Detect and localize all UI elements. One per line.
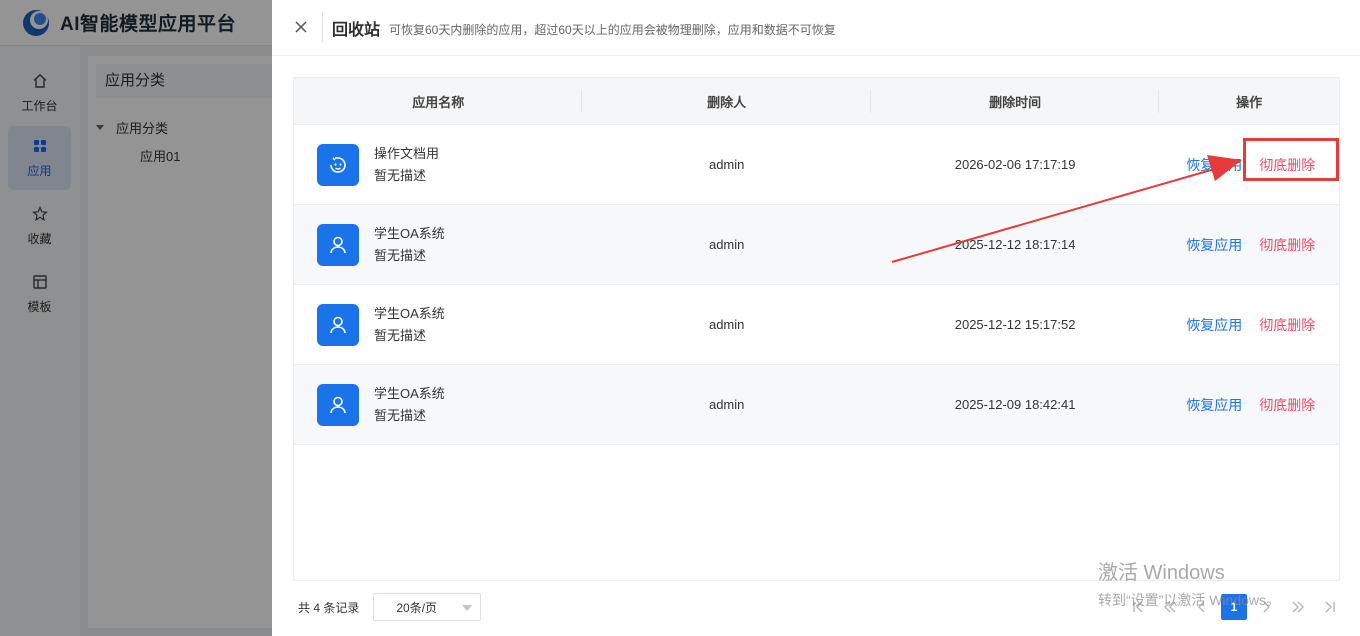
recycle-bin-drawer: 回收站 可恢复60天内删除的应用，超过60天以上的应用会被物理删除，应用和数据不… xyxy=(272,0,1360,636)
time-cell: 2025-12-12 18:17:14 xyxy=(954,237,1076,252)
watermark-line-1: 激活 Windows xyxy=(1098,562,1225,584)
table-row: 操作文档用 暂无描述 admin 2026-02-06 17:17:19 恢复应… xyxy=(294,125,1339,205)
app-cell: 学生OA系统 暂无描述 xyxy=(294,205,582,284)
user-icon xyxy=(317,383,359,426)
actions-cell: 恢复应用 彻底删除 xyxy=(1159,205,1339,284)
next-five-button[interactable] xyxy=(1282,594,1314,620)
drawer-header: 回收站 可恢复60天内删除的应用，超过60天以上的应用会被物理删除，应用和数据不… xyxy=(272,0,1360,56)
table-row: 学生OA系统 暂无描述 admin 2025-12-09 18:42:41 恢复… xyxy=(294,365,1339,445)
permanent-delete-button[interactable]: 彻底删除 xyxy=(1259,235,1315,255)
drawer-title: 回收站 xyxy=(332,22,381,39)
column-header-name: 应用名称 xyxy=(294,78,583,124)
column-header-deleter: 删除人 xyxy=(582,78,871,124)
time-cell: 2026-02-06 17:17:19 xyxy=(954,157,1076,172)
app-name: 操作文档用 xyxy=(374,145,440,161)
app-cell: 学生OA系统 暂无描述 xyxy=(294,285,582,364)
deleter-cell: admin xyxy=(708,317,745,332)
deleter-cell: admin xyxy=(708,237,745,252)
app-name: 学生OA系统 xyxy=(374,385,445,401)
app-description: 暂无描述 xyxy=(374,407,427,423)
table-row: 学生OA系统 暂无描述 admin 2025-12-12 18:17:14 恢复… xyxy=(294,205,1339,285)
restore-app-button[interactable]: 恢复应用 xyxy=(1186,155,1242,175)
user-icon xyxy=(317,303,359,346)
column-header-actions: 操作 xyxy=(1236,94,1263,110)
header-divider xyxy=(322,12,323,42)
recycle-table: 应用名称 删除人 删除时间 操作 操作文档用 暂无描述 admin 2026-0… xyxy=(293,77,1340,581)
table-footer: 共 4 条记录 20条/页 xyxy=(298,593,482,621)
drawer-subtitle: 可恢复60天内删除的应用，超过60天以上的应用会被物理删除，应用和数据不可恢复 xyxy=(389,23,836,37)
app-name: 学生OA系统 xyxy=(374,305,445,321)
restore-app-button[interactable]: 恢复应用 xyxy=(1186,315,1242,335)
page-size-value: 20条/页 xyxy=(396,600,438,615)
deleter-cell: admin xyxy=(708,397,745,412)
restore-app-button[interactable]: 恢复应用 xyxy=(1186,395,1242,415)
table-row: 学生OA系统 暂无描述 admin 2025-12-12 15:17:52 恢复… xyxy=(294,285,1339,365)
time-cell: 2025-12-12 15:17:52 xyxy=(954,317,1076,332)
annotation-highlight-box xyxy=(1243,138,1339,181)
total-records: 共 4 条记录 xyxy=(298,600,360,615)
permanent-delete-button[interactable]: 彻底删除 xyxy=(1259,395,1315,415)
last-page-button[interactable] xyxy=(1314,594,1346,620)
deleter-cell: admin xyxy=(708,157,745,172)
double-chevron-right-icon xyxy=(1292,601,1304,613)
last-page-icon xyxy=(1325,601,1335,613)
app-description: 暂无描述 xyxy=(374,247,427,263)
time-cell: 2025-12-09 18:42:41 xyxy=(954,397,1076,412)
permanent-delete-button[interactable]: 彻底删除 xyxy=(1259,315,1315,335)
app-cell: 操作文档用 暂无描述 xyxy=(294,125,582,204)
page-size-select[interactable]: 20条/页 xyxy=(373,593,482,621)
actions-cell: 恢复应用 彻底删除 xyxy=(1159,285,1339,364)
actions-cell: 恢复应用 彻底删除 xyxy=(1159,365,1339,444)
app-cell: 学生OA系统 暂无描述 xyxy=(294,365,582,444)
windows-activation-watermark: 激活 Windows 转到“设置”以激活 Windows。 xyxy=(1098,556,1280,610)
app-description: 暂无描述 xyxy=(374,167,427,183)
app-name: 学生OA系统 xyxy=(374,225,445,241)
app-description: 暂无描述 xyxy=(374,327,427,343)
table-header: 应用名称 删除人 删除时间 操作 xyxy=(294,78,1339,125)
chevron-down-icon xyxy=(462,605,473,611)
user-icon xyxy=(317,223,359,266)
close-icon[interactable] xyxy=(292,18,310,36)
robot-face-icon xyxy=(317,143,359,186)
column-header-time: 删除时间 xyxy=(871,78,1160,124)
restore-app-button[interactable]: 恢复应用 xyxy=(1186,235,1242,255)
watermark-line-2: 转到“设置”以激活 Windows。 xyxy=(1098,592,1281,608)
